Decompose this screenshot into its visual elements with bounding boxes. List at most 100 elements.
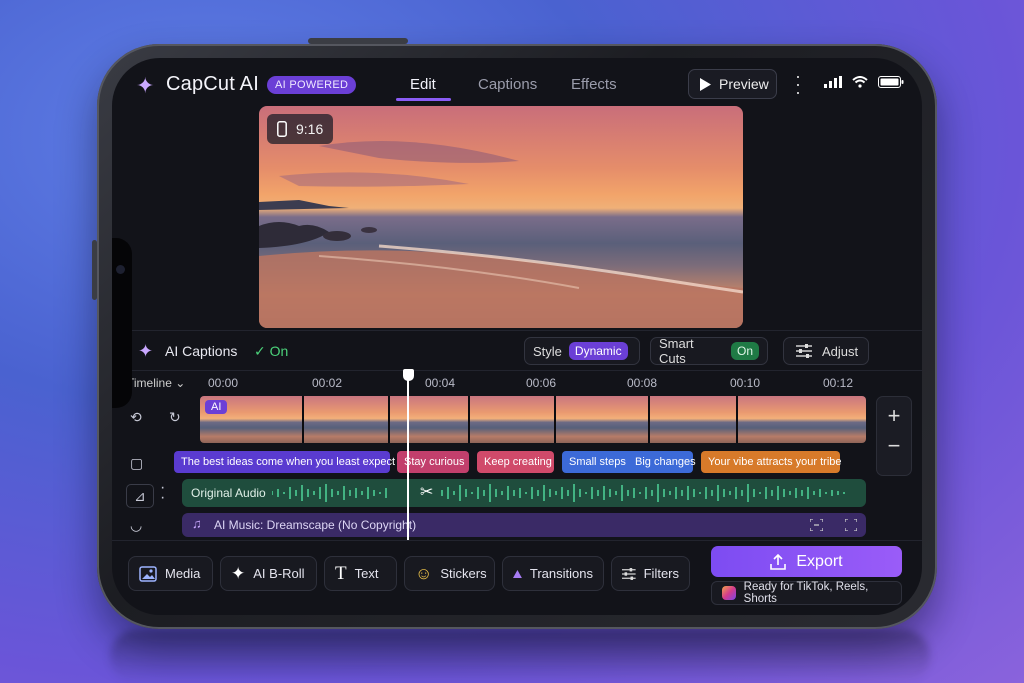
music-note-icon: ♫ — [192, 516, 202, 531]
timeline-label: Timeline — [127, 376, 172, 390]
ai-powered-badge: AI POWERED — [267, 76, 357, 94]
time-tick: 00:10 — [730, 376, 761, 390]
video-frame — [738, 396, 866, 443]
play-icon — [700, 77, 711, 91]
audio-waveform — [272, 484, 845, 502]
tab-edit[interactable]: Edit — [410, 76, 436, 93]
preview-label: Preview — [719, 76, 769, 92]
sparkle-icon: ✦ — [138, 341, 154, 361]
export-label: Export — [796, 552, 843, 570]
audio-track-label: Original Audio — [191, 486, 266, 500]
social-app-icon — [722, 586, 736, 600]
smiley-icon: ☺ — [415, 563, 433, 583]
mute-audio-icon[interactable]: ⊿ — [126, 484, 154, 508]
video-frame — [470, 396, 554, 443]
stickers-button[interactable]: ☺ Stickers — [404, 556, 495, 591]
sparkle-icon: ✦ — [136, 73, 155, 98]
chevron-down-icon: ⌄ — [175, 376, 186, 390]
music-track-label: AI Music: Dreamscape (No Copyright) — [214, 518, 417, 532]
text-icon: T — [335, 562, 347, 584]
video-preview[interactable]: 9:16 — [259, 106, 743, 328]
fullscreen-icon[interactable] — [845, 519, 857, 531]
text-button[interactable]: T Text — [324, 556, 397, 591]
rotate-icon[interactable]: ↻ — [169, 409, 181, 426]
aspect-ratio-value: 9:16 — [296, 121, 324, 137]
transitions-label: Transitions — [529, 566, 593, 581]
aspect-ratio-badge[interactable]: 9:16 — [267, 114, 333, 144]
tab-effects[interactable]: Effects — [571, 76, 617, 93]
preview-button[interactable]: Preview — [688, 69, 777, 99]
scissors-icon[interactable]: ✂ — [420, 482, 433, 502]
ready-label: Ready for TikTok, Reels, Shorts — [743, 581, 869, 605]
video-frame — [556, 396, 648, 443]
more-options-icon[interactable]: · · — [160, 480, 165, 506]
split-icon[interactable] — [810, 519, 823, 531]
playhead[interactable] — [407, 378, 409, 540]
style-selector[interactable]: Style Dynamic — [524, 337, 640, 365]
active-tab-indicator — [396, 98, 451, 101]
adjust-label: Adjust — [822, 343, 859, 359]
time-tick: 00:12 — [823, 376, 854, 390]
battery-icon — [878, 76, 904, 88]
camera-icon — [116, 265, 125, 274]
timeline-dropdown[interactable]: Timeline ⌄ — [127, 376, 185, 390]
time-tick: 00:06 — [526, 376, 557, 390]
bottom-toolbar: Media ✦ AI B-Roll T Text ☺ Stickers Tran… — [112, 540, 922, 615]
app-title: CapCut AI — [166, 73, 259, 95]
mouth-icon[interactable]: ◡ — [130, 517, 142, 534]
image-icon — [139, 565, 157, 582]
video-frame — [390, 396, 468, 443]
time-tick: 00:04 — [425, 376, 456, 390]
side-button — [92, 240, 97, 300]
export-button[interactable]: Export — [711, 546, 902, 577]
zoom-out-icon[interactable]: − — [877, 433, 911, 459]
filters-label: Filters — [643, 566, 679, 581]
smart-cuts-toggle[interactable]: Smart Cuts On — [650, 336, 768, 366]
original-audio-track[interactable]: Original Audio ✂ — [182, 479, 866, 507]
timeline-header: Timeline ⌄ 00:00 00:02 00:04 00:06 00:08… — [112, 370, 922, 394]
top-bar: ✦ CapCut AI AI POWERED Edit Captions Eff… — [112, 58, 922, 108]
timeline-zoom: + − — [876, 396, 912, 476]
filters-button[interactable]: Filters — [611, 556, 690, 591]
smart-cuts-value: On — [730, 342, 759, 360]
video-frame — [304, 396, 388, 443]
time-tick: 00:00 — [208, 376, 239, 390]
phone-icon — [277, 121, 287, 137]
caption-clip[interactable]: Your vibe attracts your tribe — [701, 451, 842, 473]
smart-cuts-label: Smart Cuts — [659, 336, 694, 366]
adjust-button[interactable]: Adjust — [783, 337, 869, 365]
tab-captions[interactable]: Captions — [478, 76, 537, 93]
text-label: Text — [354, 566, 379, 581]
caption-clip[interactable]: The best ideas come when you least expec… — [174, 451, 426, 473]
wifi-icon — [852, 76, 868, 88]
caption-clip[interactable]: Small steps Big changes — [562, 451, 696, 473]
video-track[interactable] — [200, 396, 866, 443]
video-frame — [650, 396, 736, 443]
ai-broll-button[interactable]: ✦ AI B-Roll — [220, 556, 317, 591]
signal-icon — [824, 76, 842, 88]
check-icon: ✓ — [254, 343, 270, 359]
triangle-icon — [513, 569, 522, 578]
sliders-icon — [796, 344, 812, 358]
platform-ready-badge: Ready for TikTok, Reels, Shorts — [711, 581, 902, 605]
style-value: Dynamic — [568, 342, 628, 360]
stickers-label: Stickers — [440, 566, 487, 581]
ai-captions-status: On — [269, 343, 289, 359]
sliders-icon — [622, 567, 636, 580]
ai-music-track[interactable]: ♫ AI Music: Dreamscape (No Copyright) — [182, 513, 866, 537]
caption-clip[interactable]: Keep creating — [477, 451, 554, 473]
magic-edit-icon[interactable]: ⟲ — [130, 409, 142, 426]
app-screen: ✦ CapCut AI AI POWERED Edit Captions Eff… — [112, 58, 922, 615]
zoom-in-icon[interactable]: + — [877, 403, 911, 429]
ai-clip-badge: AI — [205, 400, 228, 414]
media-button[interactable]: Media — [128, 556, 213, 591]
status-icons — [824, 76, 904, 88]
camera-notch — [112, 238, 132, 408]
time-tick: 00:08 — [627, 376, 658, 390]
more-menu-icon[interactable]: · · · — [795, 67, 801, 101]
media-label: Media — [165, 566, 201, 581]
sparkle-icon: ✦ — [231, 563, 246, 583]
caption-track-icon[interactable]: ▢ — [130, 455, 143, 472]
transitions-button[interactable]: Transitions — [502, 556, 604, 591]
ai-captions-toggle[interactable]: ✓ On — [254, 343, 288, 360]
